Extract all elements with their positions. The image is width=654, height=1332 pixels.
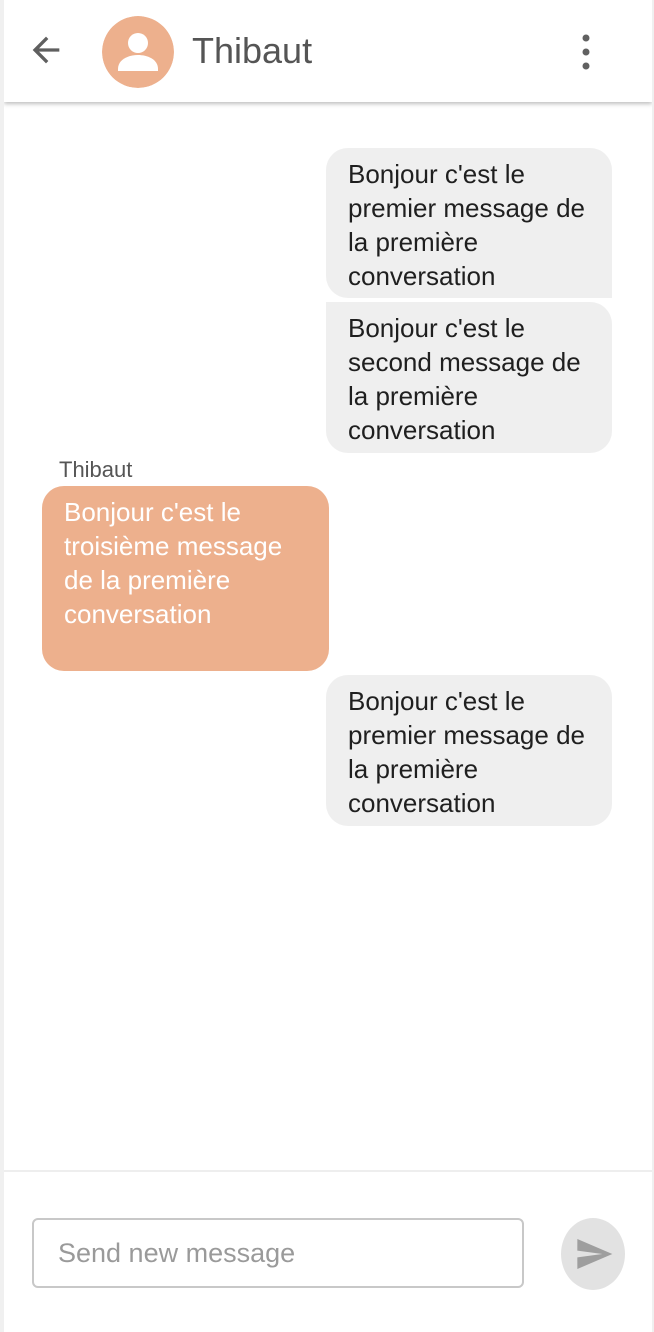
back-button[interactable] (26, 30, 66, 70)
message-bubble-outgoing: Bonjour c'est le premier message de la p… (326, 148, 612, 298)
message-input[interactable] (32, 1218, 524, 1288)
send-icon (577, 1239, 613, 1269)
message-bubble-outgoing: Bonjour c'est le premier message de la p… (326, 675, 612, 826)
send-button[interactable] (561, 1218, 625, 1290)
chat-window: Thibaut Bonjour c'est le premier message… (0, 0, 654, 1332)
message-list: Bonjour c'est le premier message de la p… (4, 102, 652, 1170)
arrow-left-icon (32, 36, 60, 64)
chat-header: Thibaut (4, 0, 652, 102)
person-icon (102, 16, 174, 88)
more-options-button[interactable] (571, 30, 601, 74)
contact-name: Thibaut (192, 30, 313, 71)
composer (4, 1170, 652, 1332)
avatar (102, 16, 174, 88)
more-vertical-icon (582, 34, 590, 70)
sender-name: Thibaut (59, 457, 133, 482)
message-bubble-incoming: Bonjour c'est le troisième message de la… (42, 486, 329, 671)
message-bubble-outgoing: Bonjour c'est le second message de la pr… (326, 302, 612, 453)
